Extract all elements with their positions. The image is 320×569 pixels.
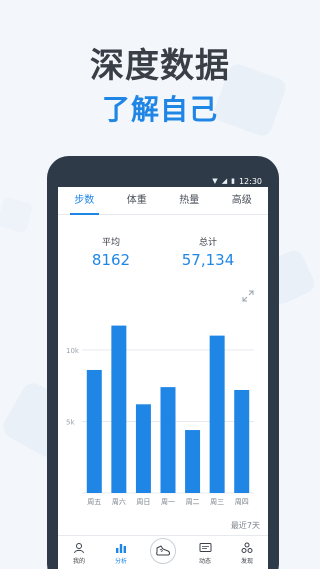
x-tick-label: 周六 xyxy=(112,497,126,506)
nav-label-mine: 我的 xyxy=(72,558,85,565)
bar-周日[interactable] xyxy=(135,404,151,493)
status-bar: ▼ ◢ ▮ 12:30 xyxy=(58,175,268,187)
subline: 了解自己 xyxy=(101,93,218,126)
average-value: 8162 xyxy=(91,251,131,269)
wifi-icon: ▼ xyxy=(212,177,218,185)
stats-summary: 平均 8162 总计 57,134 xyxy=(58,235,268,275)
nav-label-discover: 发现 xyxy=(240,558,253,565)
nav-label-feed: 动态 xyxy=(198,558,211,565)
phone-screen: ▼ ◢ ▮ 12:30 步数 体重 热量 高级 平均 8162 总计 57,13… xyxy=(58,175,268,569)
steps-bar-chart: 10k 5k 周五 周六 周日 周一 周二 周三 周四 xyxy=(66,325,254,506)
x-tick-label: 周一 xyxy=(161,498,175,506)
battery-icon: ▮ xyxy=(231,177,235,185)
bar-周四[interactable] xyxy=(234,389,250,493)
bar-chart-icon xyxy=(115,541,127,554)
bar-周一[interactable] xyxy=(160,387,176,493)
message-icon xyxy=(199,541,212,554)
nav-item-analysis[interactable]: 分析 xyxy=(100,536,142,569)
tab-steps[interactable]: 步数 xyxy=(58,187,111,215)
x-tick-label: 周日 xyxy=(136,498,150,506)
y-tick-label: 10k xyxy=(66,347,80,355)
bar-周六[interactable] xyxy=(111,325,127,493)
tab-bar: 步数 体重 热量 高级 xyxy=(58,187,268,215)
nav-item-mine[interactable]: 我的 xyxy=(58,536,100,569)
nav-label-analysis: 分析 xyxy=(114,558,127,565)
nav-item-start[interactable] xyxy=(142,536,184,569)
y-tick-label: 5k xyxy=(66,418,75,426)
tab-calories[interactable]: 热量 xyxy=(163,187,216,214)
average-label: 平均 xyxy=(101,238,120,248)
tab-weight[interactable]: 体重 xyxy=(111,187,164,214)
shoe-icon xyxy=(150,538,176,564)
x-tick-label: 周二 xyxy=(186,498,200,506)
total-value: 57,134 xyxy=(181,251,235,269)
nav-item-feed[interactable]: 动态 xyxy=(184,536,226,569)
person-icon xyxy=(73,541,85,554)
headline: 深度数据 xyxy=(90,46,230,86)
total-label: 总计 xyxy=(198,238,217,248)
signal-icon: ◢ xyxy=(221,177,228,185)
nav-item-discover[interactable]: 发现 xyxy=(226,536,268,569)
expand-icon[interactable] xyxy=(242,290,254,302)
x-tick-label: 周三 xyxy=(210,498,224,506)
tab-advanced[interactable]: 高级 xyxy=(216,187,269,214)
average-stat: 平均 8162 xyxy=(66,235,156,269)
total-stat: 总计 57,134 xyxy=(163,235,253,269)
bar-周三[interactable] xyxy=(209,335,225,493)
bottom-nav: 我的 分析 动态 发现 xyxy=(58,535,268,569)
x-tick-label: 周五 xyxy=(87,498,101,506)
discover-icon xyxy=(241,541,253,554)
status-time: 12:30 xyxy=(238,176,262,186)
recent-range-label: 最近7天 xyxy=(230,521,260,530)
x-tick-label: 周四 xyxy=(235,498,249,506)
bar-周五[interactable] xyxy=(86,369,102,493)
bar-周二[interactable] xyxy=(185,430,201,493)
